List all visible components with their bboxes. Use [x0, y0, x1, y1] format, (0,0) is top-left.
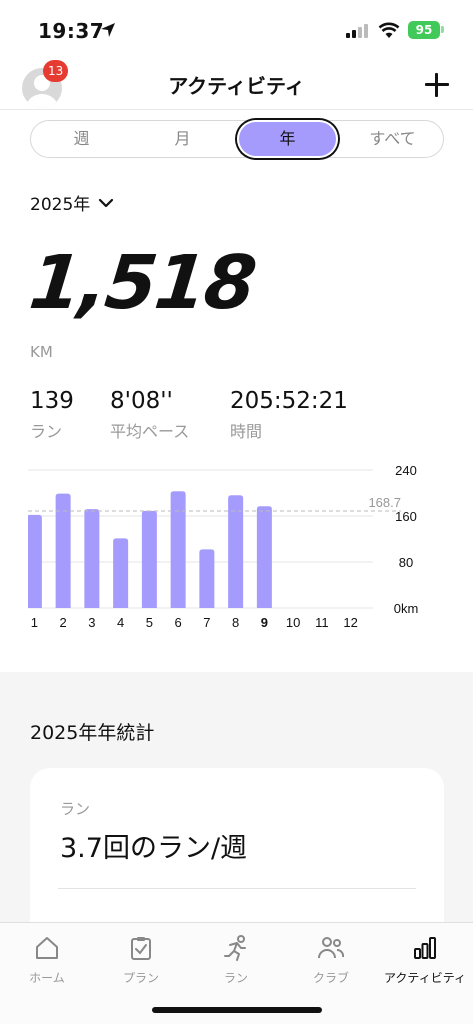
tab-plan-label: プラン: [122, 971, 159, 985]
tab-activity-label: アクティビティ: [384, 971, 466, 985]
tab-month[interactable]: 月: [132, 120, 233, 158]
bar: [256, 506, 272, 608]
battery-icon: 95: [408, 21, 440, 39]
clipboard-icon: [131, 937, 151, 960]
tab-run-label: ラン: [223, 971, 248, 985]
monthly-distance-chart[interactable]: 240160800km1 2 3 4 5 6 7 8 9 10 11 12168.7: [28, 462, 448, 632]
x-tick-label: 5: [146, 615, 153, 630]
bar: [28, 514, 42, 608]
status-bar: 19:37 95: [0, 0, 473, 60]
tab-all[interactable]: すべて: [342, 120, 443, 158]
bar-chart-icon: [414, 937, 436, 959]
tab-activity[interactable]: アクティビティ: [378, 933, 472, 986]
x-tick-label: 11: [315, 615, 329, 630]
chevron-down-icon: [99, 198, 114, 207]
y-tick-label: 0km: [394, 601, 419, 616]
average-label: 168.7: [368, 495, 401, 510]
x-tick-label: 12: [343, 615, 357, 630]
runner-icon: [224, 935, 246, 961]
location-arrow-icon: [101, 23, 115, 37]
x-tick-label: 1: [31, 615, 38, 630]
stat-time-value: 205:52:21: [230, 388, 348, 414]
add-icon[interactable]: [422, 70, 452, 100]
tab-plan[interactable]: プラン: [94, 933, 188, 986]
x-tick-label: 3: [88, 615, 95, 630]
bar: [228, 495, 244, 608]
bar: [113, 538, 129, 608]
year-dropdown[interactable]: 2025年: [30, 190, 114, 215]
bar: [84, 509, 100, 608]
bar: [170, 491, 186, 608]
tab-club[interactable]: クラブ: [284, 933, 378, 986]
divider: [58, 888, 416, 889]
x-tick-label: 9: [261, 615, 268, 630]
home-indicator: [152, 1007, 322, 1013]
tab-run[interactable]: ラン: [189, 933, 283, 986]
stats-card-value: 3.7回のラン/週: [60, 833, 248, 864]
y-tick-label: 240: [395, 463, 417, 478]
year-label: 2025年: [30, 195, 91, 215]
tab-club-label: クラブ: [312, 971, 349, 985]
stat-time-label: 時間: [230, 422, 263, 441]
y-tick-label: 80: [399, 555, 413, 570]
stats-card: ラン 3.7回のラン/週: [30, 768, 444, 948]
x-tick-label: 2: [60, 615, 67, 630]
app-header: 13 アクティビティ: [0, 60, 473, 110]
y-tick-label: 160: [395, 509, 417, 524]
stats-section-title: 2025年年統計: [30, 722, 155, 744]
stat-runs-value: 139: [30, 388, 74, 414]
stats-card-label: ラン: [60, 800, 91, 818]
x-tick-label: 10: [286, 615, 300, 630]
battery-tip: [441, 26, 444, 33]
wifi-icon: [378, 22, 400, 38]
stat-pace: 8'08'' 平均ペース: [110, 388, 189, 442]
stat-runs-label: ラン: [30, 422, 63, 441]
x-tick-label: 7: [203, 615, 210, 630]
stat-pace-value: 8'08'': [110, 388, 173, 414]
x-tick-label: 6: [175, 615, 182, 630]
people-icon: [318, 937, 345, 959]
tab-home[interactable]: ホーム: [0, 933, 94, 986]
x-tick-label: 8: [232, 615, 239, 630]
distance-unit: KM: [30, 343, 53, 361]
home-icon: [36, 937, 58, 959]
tab-week[interactable]: 週: [31, 120, 132, 158]
status-time: 19:37: [38, 19, 105, 43]
stat-time: 205:52:21 時間: [230, 388, 348, 442]
x-tick-label: 4: [117, 615, 124, 630]
bar: [199, 549, 215, 608]
tab-year[interactable]: 年: [237, 120, 338, 158]
tab-home-label: ホーム: [29, 971, 65, 985]
bar: [141, 510, 157, 608]
period-segmented-control: 週 月 年 すべて: [30, 120, 444, 158]
stat-runs: 139 ラン: [30, 388, 74, 442]
total-distance: 1,518: [25, 240, 259, 326]
cellular-signal-icon: [346, 24, 368, 38]
page-title: アクティビティ: [168, 74, 305, 98]
stat-pace-label: 平均ペース: [110, 422, 190, 441]
